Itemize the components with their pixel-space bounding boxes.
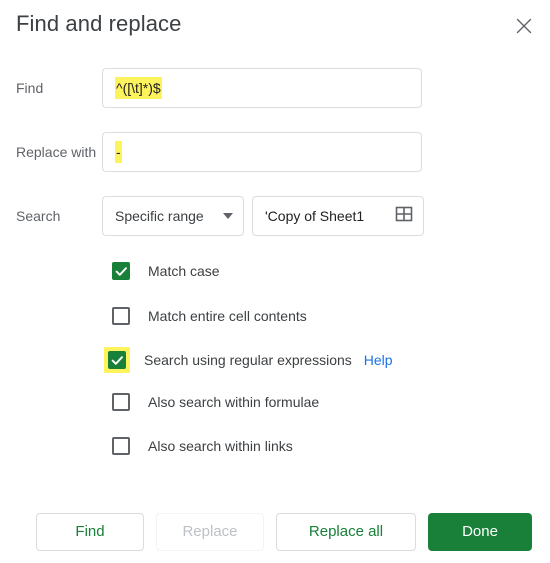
- replace-button: Replace: [156, 512, 264, 551]
- option-also-search-within-links[interactable]: Also search within links: [112, 436, 293, 456]
- option-also-search-within-formulae[interactable]: Also search within formulae: [112, 392, 319, 412]
- option-label: Also search within formulae: [148, 394, 320, 410]
- chevron-down-icon: [223, 213, 233, 219]
- option-label: Also search within links: [148, 438, 293, 454]
- dialog-footer: Find Replace Replace all Done: [0, 500, 550, 563]
- find-input[interactable]: ^([\t]*)$: [102, 68, 422, 108]
- replace-with-input[interactable]: -: [102, 132, 422, 172]
- replace-with-input-value: -: [115, 141, 122, 163]
- checkbox-search-using-regular-expressions[interactable]: [108, 351, 126, 369]
- checkbox-also-search-within-formulae[interactable]: [112, 393, 130, 411]
- search-row: Search Specific range 'Copy of Sheet1: [0, 196, 424, 236]
- option-label: Match case: [148, 263, 220, 279]
- regex-checkbox-highlight: [99, 342, 135, 378]
- replace-all-button[interactable]: Replace all: [276, 512, 416, 551]
- option-match-case[interactable]: Match case: [112, 261, 220, 281]
- option-match-entire-cell-contents[interactable]: Match entire cell contents: [112, 306, 307, 326]
- search-range-value: 'Copy of Sheet1: [265, 208, 365, 224]
- checkbox-match-entire-cell-contents[interactable]: [112, 307, 130, 325]
- option-search-using-regular-expressions[interactable]: Search using regular expressions Help: [99, 342, 393, 378]
- search-scope-select[interactable]: Specific range: [102, 196, 244, 236]
- find-row: Find ^([\t]*)$: [0, 68, 422, 108]
- close-icon: [516, 18, 532, 34]
- find-button[interactable]: Find: [36, 512, 144, 551]
- option-label: Match entire cell contents: [148, 308, 307, 324]
- close-button[interactable]: [508, 10, 540, 42]
- option-label: Search using regular expressions: [144, 352, 352, 368]
- search-range-input[interactable]: 'Copy of Sheet1: [252, 196, 424, 236]
- replace-with-row: Replace with -: [0, 132, 422, 172]
- page-title: Find and replace: [16, 11, 182, 36]
- grid-icon[interactable]: [395, 205, 413, 228]
- search-scope-value: Specific range: [115, 208, 204, 224]
- regex-help-link[interactable]: Help: [364, 350, 393, 370]
- find-and-replace-dialog: Find and replace Find ^([\t]*)$ Replace …: [0, 0, 550, 563]
- done-button[interactable]: Done: [428, 512, 532, 551]
- replace-with-label: Replace with: [16, 144, 97, 160]
- find-input-value: ^([\t]*)$: [115, 77, 162, 99]
- find-label: Find: [16, 80, 44, 96]
- search-label: Search: [16, 208, 61, 224]
- checkbox-match-case[interactable]: [112, 262, 130, 280]
- checkbox-also-search-within-links[interactable]: [112, 437, 130, 455]
